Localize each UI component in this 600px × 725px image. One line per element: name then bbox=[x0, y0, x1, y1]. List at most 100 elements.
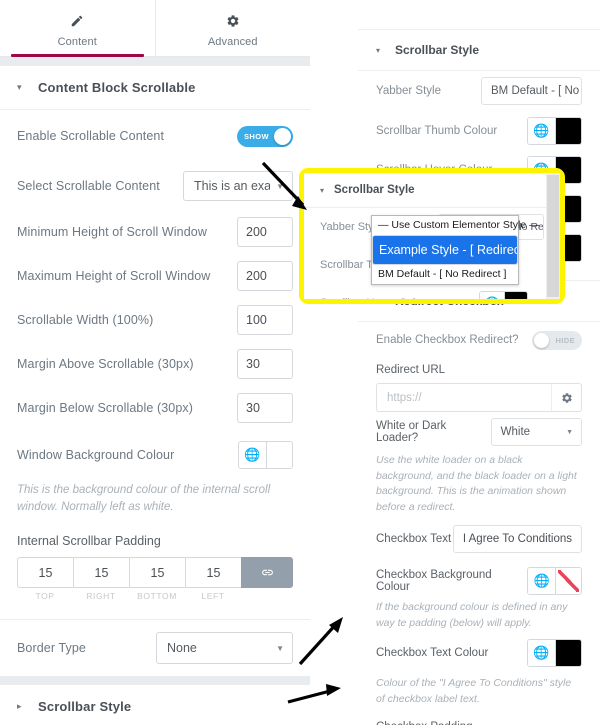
dropdown-option-example-style[interactable]: Example Style - [ Redirect ] bbox=[372, 235, 518, 265]
max-height-input[interactable]: 200 bbox=[237, 261, 293, 291]
tab-advanced-label: Advanced bbox=[207, 36, 258, 48]
row-margin-below: Margin Below Scrollable (30px) 30 bbox=[0, 386, 310, 430]
enable-scrollable-toggle[interactable]: SHOW bbox=[237, 125, 293, 147]
enable-checkbox-redirect-toggle[interactable]: HIDE bbox=[532, 330, 582, 350]
scrollable-width-label: Scrollable Width (100%) bbox=[17, 313, 154, 327]
left-settings-panel: Content Advanced ▾ Content Block Scrolla… bbox=[0, 0, 310, 725]
colour-swatch-transparent[interactable] bbox=[555, 568, 581, 594]
yabber-style-value: BM Default - [ No Re bbox=[491, 85, 581, 97]
checkbox-bg-hint: If the background colour is defined in a… bbox=[376, 601, 568, 629]
select-scrollable-content[interactable]: This is an example ▼ bbox=[183, 171, 293, 201]
scrollable-width-input[interactable]: 100 bbox=[237, 305, 293, 335]
colour-swatch[interactable] bbox=[504, 291, 527, 299]
chevron-down-icon: ▾ bbox=[17, 82, 22, 92]
margin-below-label: Margin Below Scrollable (30px) bbox=[17, 401, 193, 415]
section-scrollbar-style-collapsed[interactable]: ▸ Scrollbar Style bbox=[0, 685, 310, 725]
window-bg-hint: This is the background colour of the int… bbox=[17, 484, 271, 513]
toggle-state-label: HIDE bbox=[555, 335, 575, 345]
select-scrollable-label: Select Scrollable Content bbox=[17, 179, 160, 193]
colour-swatch[interactable] bbox=[555, 640, 581, 666]
dropdown-option-bm-default[interactable]: BM Default - [ No Redirect ] bbox=[372, 265, 518, 284]
loader-hint: Use the white loader on a black backgrou… bbox=[376, 454, 577, 513]
toggle-knob bbox=[274, 127, 291, 145]
gear-icon[interactable] bbox=[551, 384, 581, 411]
callout-hover-colour-picker[interactable]: 🌐 bbox=[479, 290, 528, 299]
section-title: Scrollbar Style bbox=[395, 43, 480, 57]
globe-icon: 🌐 bbox=[528, 568, 556, 594]
toggle-knob bbox=[534, 332, 549, 348]
caption-left: LEFT bbox=[201, 591, 225, 601]
colour-swatch[interactable] bbox=[266, 442, 292, 468]
min-height-input[interactable]: 200 bbox=[237, 217, 293, 247]
callout-row-hover-colour: Scrollbar Hover Colour 🌐 bbox=[304, 284, 560, 299]
callout-scrollbar[interactable] bbox=[546, 173, 560, 299]
loader-select[interactable]: White ▼ bbox=[490, 418, 582, 446]
callout-section-title: Scrollbar Style bbox=[334, 184, 415, 196]
caption-bottom: BOTTOM bbox=[137, 591, 177, 601]
colour-swatch[interactable] bbox=[555, 117, 581, 144]
caption-right: RIGHT bbox=[86, 591, 116, 601]
padding-left-input[interactable]: 15 bbox=[185, 557, 241, 588]
tab-content-label: Content bbox=[57, 36, 97, 48]
row-loader: White or Dark Loader? White ▼ bbox=[358, 412, 600, 452]
row-yabber-style: Yabber Style BM Default - [ No Re ▼ bbox=[358, 71, 600, 111]
tab-content[interactable]: Content bbox=[0, 0, 156, 57]
border-type-select[interactable]: None ▼ bbox=[156, 632, 293, 664]
padding-bottom-input[interactable]: 15 bbox=[129, 557, 185, 588]
screenshot-root: Content Advanced ▾ Content Block Scrolla… bbox=[0, 0, 600, 725]
border-type-label: Border Type bbox=[17, 641, 86, 655]
checkbox-text-colour-picker[interactable]: 🌐 bbox=[527, 639, 582, 667]
panel-divider bbox=[0, 57, 310, 66]
chevron-down-icon: ▼ bbox=[566, 428, 573, 436]
callout-section-scrollbar-style[interactable]: ▾ Scrollbar Style bbox=[304, 173, 560, 208]
checkbox-bg-colour-picker[interactable]: 🌐 bbox=[527, 567, 582, 595]
section-scrollbar-style[interactable]: ▾ Scrollbar Style bbox=[358, 29, 600, 71]
row-select-scrollable: Select Scrollable Content This is an exa… bbox=[0, 162, 310, 210]
row-min-height: Minimum Height of Scroll Window 200 bbox=[0, 210, 310, 254]
chevron-down-icon: ▾ bbox=[320, 185, 325, 195]
padding-right-input[interactable]: 15 bbox=[73, 557, 129, 588]
toggle-state-label: SHOW bbox=[244, 131, 269, 141]
chevron-right-icon: ▸ bbox=[17, 701, 22, 711]
row-checkbox-text: Checkbox Text I Agree To Conditions bbox=[358, 515, 600, 563]
row-checkbox-text-colour: Checkbox Text Colour 🌐 bbox=[358, 631, 600, 675]
margin-above-input[interactable]: 30 bbox=[237, 349, 293, 379]
padding-top-input[interactable]: 15 bbox=[17, 557, 73, 588]
row-checkbox-background-colour: Checkbox Background Colour 🌐 bbox=[358, 563, 600, 599]
redirect-url-field[interactable]: https:// bbox=[376, 383, 582, 412]
margin-below-input[interactable]: 30 bbox=[237, 393, 293, 423]
row-scrollbar-thumb-colour: Scrollbar Thumb Colour 🌐 bbox=[358, 111, 600, 150]
callout-hover-colour-label: Scrollbar Hover Colour bbox=[320, 297, 431, 299]
row-enable-checkbox-redirect: Enable Checkbox Redirect? HIDE bbox=[358, 322, 600, 358]
thumb-colour-picker[interactable]: 🌐 bbox=[527, 116, 582, 145]
tab-advanced[interactable]: Advanced bbox=[156, 0, 311, 56]
row-window-background-colour: Window Background Colour 🌐 bbox=[0, 430, 310, 480]
chevron-down-icon: ▼ bbox=[276, 181, 284, 191]
row-enable-scrollable: Enable Scrollable Content SHOW bbox=[0, 110, 310, 162]
panel-tabs: Content Advanced bbox=[0, 0, 310, 57]
checkbox-text-input[interactable]: I Agree To Conditions bbox=[452, 525, 582, 553]
section-content-block-scrollable[interactable]: ▾ Content Block Scrollable bbox=[0, 66, 310, 110]
yabber-style-label: Yabber Style bbox=[376, 85, 441, 97]
section-title: Scrollbar Style bbox=[38, 699, 132, 714]
yabber-style-dropdown-list[interactable]: — Use Custom Elementor Style — Example S… bbox=[371, 215, 540, 285]
callout-scrollbar-thumb[interactable] bbox=[547, 175, 559, 297]
link-icon[interactable] bbox=[241, 557, 293, 588]
caption-top: TOP bbox=[35, 591, 55, 601]
redirect-url-label: Redirect URL bbox=[376, 364, 446, 376]
dropdown-option-custom-elementor[interactable]: — Use Custom Elementor Style — bbox=[372, 216, 540, 235]
checkbox-padding-label: Checkbox Padding bbox=[358, 721, 600, 725]
checkbox-text-label: Checkbox Text bbox=[376, 533, 452, 545]
yabber-style-select[interactable]: BM Default - [ No Re ▼ bbox=[481, 77, 582, 105]
row-max-height: Maximum Height of Scroll Window 200 bbox=[0, 254, 310, 298]
checkbox-text-colour-hint: Colour of the "I Agree To Conditions" st… bbox=[376, 677, 572, 705]
checkbox-text-colour-label: Checkbox Text Colour bbox=[376, 647, 489, 659]
window-bg-colour-picker[interactable]: 🌐 bbox=[238, 441, 293, 469]
max-height-label: Maximum Height of Scroll Window bbox=[17, 269, 211, 283]
redirect-url-input[interactable]: https:// bbox=[377, 392, 551, 404]
panel-divider bbox=[0, 676, 310, 685]
loader-label: White or Dark Loader? bbox=[376, 420, 447, 444]
highlight-callout: ▾ Scrollbar Style Yabber Style BM Defaul… bbox=[299, 168, 565, 304]
loader-value: White bbox=[500, 426, 531, 438]
min-height-label: Minimum Height of Scroll Window bbox=[17, 225, 207, 239]
